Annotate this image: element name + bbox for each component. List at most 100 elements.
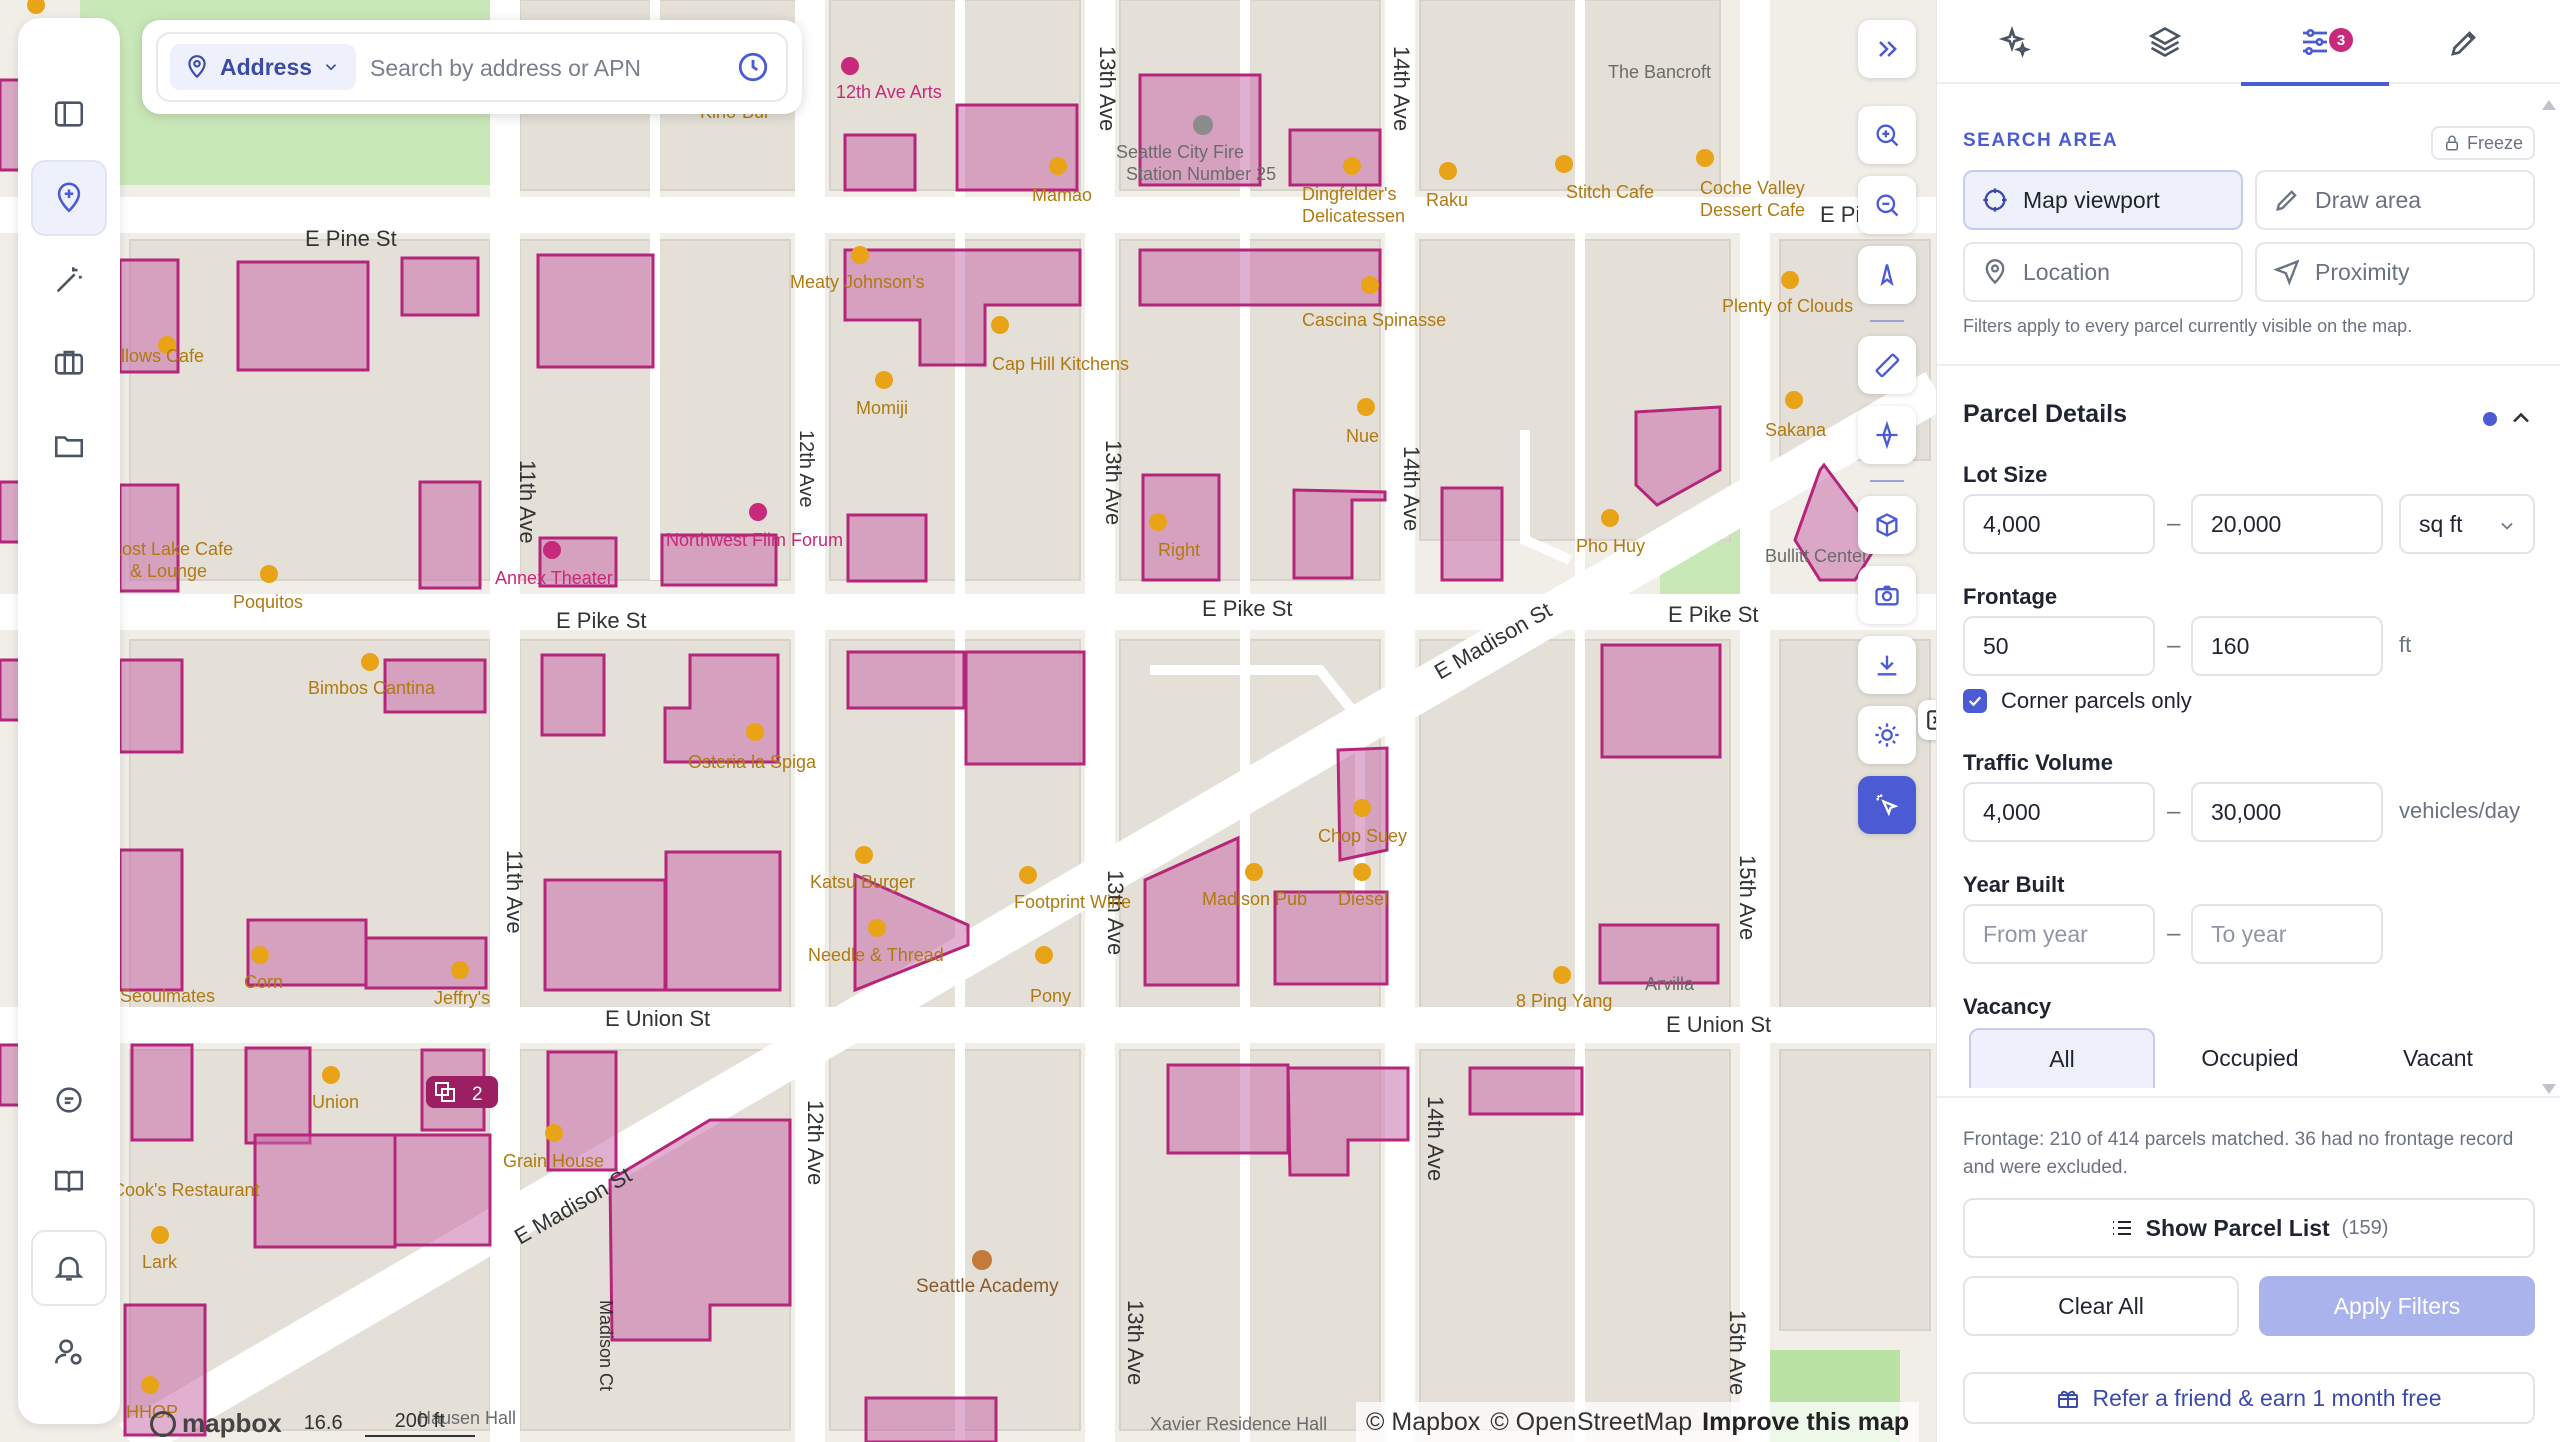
magic-wand-button[interactable] <box>31 242 107 318</box>
corner-parcels-checkbox[interactable] <box>1963 689 1987 713</box>
svg-text:Union: Union <box>312 1092 359 1112</box>
zoom-out-icon <box>1876 194 1899 217</box>
search-bar: Address <box>142 20 802 114</box>
map-viewport-option[interactable]: Map viewport <box>1963 170 2243 230</box>
notifications-button[interactable] <box>31 1230 107 1306</box>
svg-text:12th Ave: 12th Ave <box>795 430 817 507</box>
map-attribution[interactable]: © Mapbox © OpenStreetMap Improve this ma… <box>1356 1402 1920 1442</box>
show-parcel-list-button[interactable]: Show Parcel List (159) <box>1963 1198 2535 1258</box>
select-tool-button[interactable] <box>1858 776 1916 834</box>
panel-body: SEARCH AREA Freeze Map viewport Draw are… <box>1937 84 2560 1088</box>
map-pin-icon <box>188 55 206 79</box>
map-pin-icon <box>1985 259 2005 285</box>
docs-button[interactable] <box>31 1144 107 1220</box>
zoom-out-button[interactable] <box>1858 176 1916 234</box>
ruler-icon <box>1875 353 1900 378</box>
chat-button[interactable] <box>31 1062 107 1138</box>
svg-text:Momiji: Momiji <box>856 398 908 418</box>
tab-filters[interactable]: 3 <box>2241 0 2389 86</box>
portfolio-button[interactable] <box>31 324 107 400</box>
search-area-title: SEARCH AREA <box>1963 130 2119 151</box>
location-button[interactable] <box>1858 406 1916 464</box>
svg-text:13th Ave: 13th Ave <box>1103 870 1128 955</box>
svg-text:14th Ave: 14th Ave <box>1389 46 1414 131</box>
vacancy-all-option[interactable]: All <box>1969 1028 2155 1088</box>
filter-count-badge: 3 <box>2329 28 2353 52</box>
clear-all-button[interactable]: Clear All <box>1963 1276 2239 1336</box>
svg-text:Cook's Restaurant: Cook's Restaurant <box>112 1180 260 1200</box>
chevron-up-icon[interactable] <box>2507 404 2535 432</box>
lot-size-max-input[interactable] <box>2191 494 2383 554</box>
svg-text:Seattle Academy: Seattle Academy <box>916 1276 1059 1297</box>
svg-text:Diesel: Diesel <box>1338 889 1388 909</box>
screenshot-button[interactable] <box>1858 566 1916 624</box>
parcel-cluster-badge[interactable]: 2 <box>426 1076 498 1108</box>
map-canvas[interactable]: E Pine St E Pike St E Pike St E Pike St … <box>0 0 1936 1442</box>
freeze-button[interactable]: Freeze <box>2430 126 2535 160</box>
corner-parcels-checkbox-row[interactable]: Corner parcels only <box>1963 688 2192 714</box>
svg-text:Arvilla: Arvilla <box>1645 974 1695 994</box>
svg-text:Katsu Burger: Katsu Burger <box>810 872 915 892</box>
tab-draw[interactable] <box>2391 0 2539 84</box>
account-button[interactable] <box>31 1314 107 1390</box>
vacancy-occupied-option[interactable]: Occupied <box>2157 1028 2343 1088</box>
year-built-from-input[interactable] <box>1963 904 2155 964</box>
svg-text:13th Ave: 13th Ave <box>1095 46 1120 131</box>
scroll-up-arrow[interactable] <box>2542 100 2556 110</box>
svg-text:E Pike St: E Pike St <box>1202 596 1292 621</box>
proximity-option[interactable]: Proximity <box>2255 242 2535 302</box>
refer-friend-button[interactable]: Refer a friend & earn 1 month free <box>1963 1372 2535 1424</box>
frontage-label: Frontage <box>1963 584 2058 609</box>
scroll-down-arrow[interactable] <box>2542 1084 2556 1094</box>
zoom-in-button[interactable] <box>1858 106 1916 164</box>
filter-panel: 3 SEARCH AREA Freeze Map viewport Draw a… <box>1936 0 2560 1442</box>
improve-map-link[interactable]: Improve this map <box>1702 1408 1909 1436</box>
tab-ai[interactable] <box>1941 0 2089 84</box>
vacancy-segmented-control: All Occupied Vacant <box>1963 1028 2535 1088</box>
svg-text:Poquitos: Poquitos <box>233 592 303 612</box>
svg-text:Pony: Pony <box>1030 986 1071 1006</box>
year-built-to-input[interactable] <box>2191 904 2383 964</box>
folder-button[interactable] <box>31 408 107 484</box>
svg-text:Osteria la Spiga: Osteria la Spiga <box>688 752 817 772</box>
corner-parcels-label: Corner parcels only <box>2001 688 2192 713</box>
scale-label: 200 ft <box>364 1410 475 1437</box>
svg-text:Sakana: Sakana <box>1765 420 1827 440</box>
location-option[interactable]: Location <box>1963 242 2243 302</box>
add-location-button[interactable] <box>31 160 107 236</box>
frontage-min-input[interactable] <box>1963 616 2155 676</box>
svg-text:Station Number 25: Station Number 25 <box>1126 164 1276 184</box>
history-icon[interactable] <box>736 50 770 84</box>
expand-panel-button[interactable] <box>1858 20 1916 78</box>
parcel-details-header[interactable]: Parcel Details <box>1963 400 2535 440</box>
mapbox-attribution-link[interactable]: © Mapbox <box>1366 1408 1480 1436</box>
search-mode-dropdown[interactable]: Address <box>170 44 356 90</box>
svg-text:Chop Suey: Chop Suey <box>1318 826 1407 846</box>
download-button[interactable] <box>1858 636 1916 694</box>
traffic-max-input[interactable] <box>2191 782 2383 842</box>
tab-layers[interactable] <box>2091 0 2239 84</box>
lot-size-unit-select[interactable]: sq ft <box>2399 494 2535 554</box>
draw-area-option[interactable]: Draw area <box>2255 170 2535 230</box>
vacancy-vacant-option[interactable]: Vacant <box>2345 1028 2531 1088</box>
lock-icon <box>2445 135 2458 151</box>
svg-text:E Pike St: E Pike St <box>556 608 646 633</box>
frontage-max-input[interactable] <box>2191 616 2383 676</box>
freeze-label: Freeze <box>2466 132 2523 153</box>
search-input[interactable] <box>370 46 710 90</box>
briefcase-icon <box>54 350 84 375</box>
svg-text:E Pine St: E Pine St <box>305 226 397 251</box>
range-dash: – <box>2167 798 2181 825</box>
svg-text:Seattle City Fire: Seattle City Fire <box>1116 142 1244 162</box>
measure-button[interactable] <box>1858 336 1916 394</box>
apply-filters-button[interactable]: Apply Filters <box>2259 1276 2535 1336</box>
osm-attribution-link[interactable]: © OpenStreetMap <box>1490 1408 1692 1436</box>
section-divider <box>1937 364 2560 366</box>
sidebar-toggle-button[interactable] <box>31 76 107 152</box>
traffic-min-input[interactable] <box>1963 782 2155 842</box>
3d-view-button[interactable] <box>1858 496 1916 554</box>
svg-text:14th Ave: 14th Ave <box>1399 446 1424 531</box>
theme-button[interactable] <box>1858 706 1916 764</box>
lot-size-min-input[interactable] <box>1963 494 2155 554</box>
compass-button[interactable] <box>1858 246 1916 304</box>
